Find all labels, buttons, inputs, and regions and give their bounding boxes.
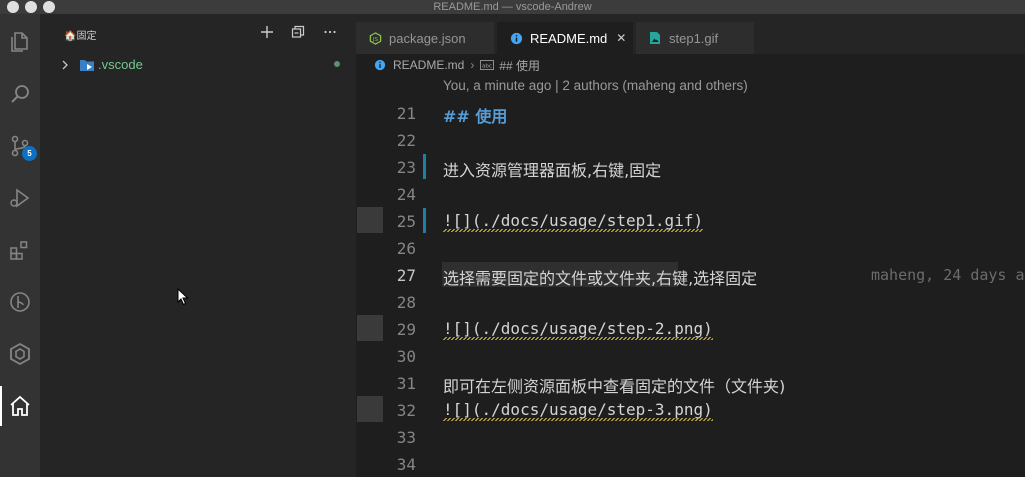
tab-label: step1.gif <box>669 30 719 46</box>
line-number: 28 <box>396 293 416 312</box>
mouse-cursor-icon <box>177 288 189 306</box>
abc-icon: abc <box>480 60 495 70</box>
vscode-folder-icon <box>80 60 94 71</box>
tab-label: README.md <box>530 30 608 46</box>
collapse-all-button[interactable] <box>290 24 306 40</box>
editor-line[interactable]: 33 <box>356 423 1025 450</box>
tab-step1-gif[interactable]: step1.gif <box>636 22 754 54</box>
editor-line[interactable]: 31 即可在左侧资源面板中查看固定的文件（文件夹) <box>356 369 1025 396</box>
line-text: 即可在左侧资源面板中查看固定的文件（文件夹) <box>443 377 786 396</box>
editor-line[interactable]: 28 <box>356 288 1025 315</box>
editor-line[interactable]: 29 ![](./docs/usage/step-2.png) <box>356 315 1025 342</box>
editor-line[interactable]: 24 <box>356 180 1025 207</box>
line-text: 进入资源管理器面板,右键,固定 <box>443 161 662 180</box>
source-control-badge: 5 <box>22 146 37 161</box>
vscode-window: README.md — vscode-Andrew 5 🏠固定 .vscode … <box>0 0 1025 477</box>
gitlens-icon <box>10 292 30 312</box>
active-indicator <box>0 386 2 426</box>
editor-line[interactable]: 23 进入资源管理器面板,右键,固定 <box>356 153 1025 180</box>
activity-pinned[interactable] <box>0 386 40 426</box>
more-icon <box>324 30 336 34</box>
add-icon <box>261 26 273 38</box>
line-text: ![](./docs/usage/step1.gif) <box>443 211 704 230</box>
tab-readme[interactable]: README.md ✕ <box>497 22 633 54</box>
tab-package-json[interactable]: JS package.json <box>356 22 494 54</box>
tree-item-label: .vscode <box>98 57 143 72</box>
info-icon <box>374 59 386 71</box>
editor-line[interactable]: 27 选择需要固定的文件或文件夹,右键,选择固定 maheng, 24 days a… <box>356 261 1025 288</box>
line-number: 31 <box>396 374 416 393</box>
line-number: 30 <box>396 347 416 366</box>
inline-blame: maheng, 24 days ago <box>871 266 1025 284</box>
svg-text:abc: abc <box>482 63 492 69</box>
line-text: ![](./docs/usage/step-2.png) <box>443 319 713 338</box>
breadcrumb-separator: › <box>470 58 475 72</box>
chevron-right-icon[interactable] <box>60 58 70 72</box>
sidebar-title: 🏠固定 <box>64 31 97 42</box>
svg-text:JS: JS <box>371 36 378 42</box>
line-number: 34 <box>396 455 416 474</box>
line-text: 选择需要固定的文件或文件夹,右键,选择固定 <box>443 269 758 288</box>
line-number: 27 <box>396 266 416 285</box>
sidebar-header: 🏠固定 <box>40 14 356 50</box>
line-number: 23 <box>396 158 416 177</box>
activity-bar: 5 <box>0 14 40 477</box>
line-number: 22 <box>396 131 416 150</box>
npm-icon: JS <box>368 31 382 45</box>
tab-label: package.json <box>389 30 466 46</box>
image-icon <box>648 31 662 45</box>
editor[interactable]: You, a minute ago | 2 authors (maheng an… <box>356 76 1025 477</box>
git-status-dot <box>334 61 340 67</box>
home-icon <box>10 395 30 416</box>
codelens-authors[interactable]: You, a minute ago | 2 authors (maheng an… <box>443 78 748 93</box>
extensions-icon <box>10 241 28 260</box>
git-modified-gutter[interactable] <box>423 154 426 179</box>
add-button[interactable] <box>259 24 275 40</box>
line-number: 24 <box>396 185 416 204</box>
window-title: README.md — vscode-Andrew <box>433 1 592 13</box>
warning-squiggle <box>443 229 703 232</box>
activity-run-debug[interactable] <box>0 178 40 218</box>
tree-item-vscode[interactable]: .vscode <box>40 54 356 76</box>
git-modified-gutter[interactable] <box>423 208 426 233</box>
run-debug-icon <box>10 188 30 208</box>
line-text: ![](./docs/usage/step-3.png) <box>443 400 713 419</box>
line-text: ## 使用 <box>443 107 508 126</box>
breadcrumb-symbol[interactable]: ## 使用 <box>499 57 540 74</box>
editor-line[interactable]: 34 <box>356 450 1025 477</box>
close-tab-icon[interactable]: ✕ <box>616 31 626 45</box>
breadcrumb-file[interactable]: README.md <box>393 58 464 72</box>
editor-line[interactable]: 21 ## 使用 <box>356 99 1025 126</box>
editor-line[interactable]: 25 ![](./docs/usage/step1.gif) <box>356 207 1025 234</box>
activity-extensions[interactable] <box>0 230 40 270</box>
sidebar: 🏠固定 .vscode <box>40 14 356 477</box>
warning-squiggle <box>443 418 713 421</box>
editor-line[interactable]: 30 <box>356 342 1025 369</box>
editor-line[interactable]: 22 <box>356 126 1025 153</box>
activity-search[interactable] <box>0 74 40 114</box>
line-number: 25 <box>396 212 416 231</box>
editor-tabs: JS package.json README.md ✕ step1.gif <box>356 14 1025 54</box>
search-icon <box>11 85 29 103</box>
editor-line[interactable]: 32 ![](./docs/usage/step-3.png) <box>356 396 1025 423</box>
activity-gitlens[interactable] <box>0 282 40 322</box>
hexagon-icon <box>10 342 30 366</box>
explorer-icon <box>11 32 28 52</box>
info-icon <box>509 31 523 45</box>
line-number: 32 <box>396 401 416 420</box>
activity-remote[interactable] <box>0 334 40 374</box>
line-number: 26 <box>396 239 416 258</box>
breadcrumb: README.md › abc ## 使用 <box>356 54 1025 76</box>
warning-squiggle <box>443 337 713 340</box>
line-number: 33 <box>396 428 416 447</box>
title-bar: README.md — vscode-Andrew <box>0 0 1025 14</box>
activity-source-control[interactable]: 5 <box>0 126 40 166</box>
editor-line[interactable]: 26 <box>356 234 1025 261</box>
line-number: 21 <box>396 104 416 123</box>
collapse-icon <box>291 25 305 38</box>
activity-explorer[interactable] <box>0 22 40 62</box>
line-number: 29 <box>396 320 416 339</box>
more-actions-button[interactable] <box>322 24 338 40</box>
